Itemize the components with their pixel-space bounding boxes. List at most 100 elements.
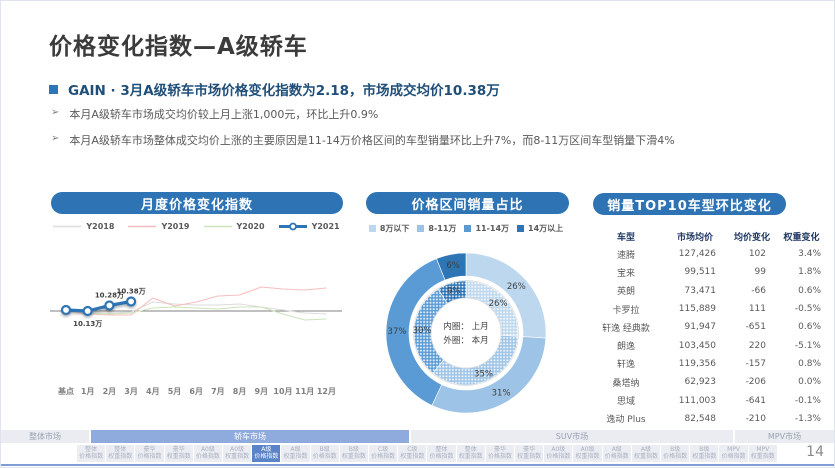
svg-text:11月: 11月	[295, 387, 314, 396]
sub-tab-label: 权重指数	[458, 452, 483, 460]
sub-tab[interactable]: C级 价格指数	[369, 445, 398, 462]
sub-tab[interactable]: A级 价格指数	[602, 445, 631, 462]
market-tab[interactable]: SUV市场	[411, 430, 733, 443]
svg-text:31%: 31%	[492, 388, 511, 398]
sub-tab[interactable]: A级 价格指数	[252, 445, 281, 462]
market-tab[interactable]: 整体市场	[1, 430, 89, 443]
weight-change: -0.5%	[794, 304, 821, 315]
sub-tab[interactable]: 整体 价格指数	[427, 445, 456, 462]
svg-text:1月: 1月	[81, 387, 95, 396]
bullet-text: 本月A级轿车市场成交均价较上月上涨1,000元，环比上升0.9%	[69, 108, 379, 121]
sub-tab[interactable]: 豪华 权重指数	[515, 445, 544, 462]
sub-tab-label: 权重指数	[633, 452, 658, 460]
sub-tab-label: 价格指数	[487, 452, 512, 460]
avg-price: 91,947	[684, 322, 717, 333]
sub-tab[interactable]: B级 权重指数	[339, 445, 369, 462]
sub-tab[interactable]: MPV 价格指数	[719, 445, 748, 462]
legend-label: 8-11万	[428, 224, 457, 233]
model-name: 宝来	[616, 268, 635, 279]
sub-tab-label: 权重指数	[341, 452, 366, 460]
column-header: 权重变化	[783, 233, 820, 243]
market-tab[interactable]: MPV市场	[735, 430, 834, 443]
legend-label: Y2018	[86, 222, 115, 231]
sub-tab-label: 价格指数	[195, 452, 220, 460]
avg-price: 115,889	[678, 304, 716, 315]
price-change: 102	[748, 249, 766, 260]
panel-title-price-share: 价格区间销量占比	[366, 192, 569, 214]
sub-tab[interactable]: C级 权重指数	[398, 445, 427, 462]
sub-tab[interactable]: 整体 权重指数	[106, 445, 135, 462]
svg-text:6%: 6%	[446, 261, 460, 271]
bullet-arrow-icon: ➢	[51, 133, 60, 144]
slide: 价格变化指数—A级轿车 GAIN · 3月A级轿车市场价格变化指数为2.18，市…	[0, 0, 835, 468]
svg-text:26%: 26%	[489, 299, 508, 309]
sub-tab[interactable]: B级 价格指数	[310, 445, 339, 462]
model-name: 卡罗拉	[612, 305, 640, 316]
svg-text:2月: 2月	[103, 387, 117, 396]
table-row: 卡罗拉 115,889 111 -0.5%	[590, 300, 827, 318]
table-header-row: 车型 市场均价 均价变化 权重变化	[590, 228, 827, 245]
legend-label: Y2019	[161, 222, 190, 231]
sub-tab[interactable]: 整体 权重指数	[456, 445, 485, 462]
market-tabs: 整体市场 轿车市场 SUV市场 MPV市场	[1, 430, 834, 443]
weight-change: 0.8%	[798, 358, 821, 369]
bullet-text: 本月A级轿车市场整体成交均价上涨的主要原因是11-14万价格区间的车型销量环比上…	[69, 134, 675, 147]
sub-tab-label: 价格指数	[721, 452, 746, 460]
avg-price: 111,003	[678, 395, 716, 406]
svg-text:6月: 6月	[189, 387, 203, 396]
sub-tab[interactable]: B级 权重指数	[690, 445, 719, 462]
sub-tab-label: 权重指数	[283, 452, 308, 460]
sub-tab[interactable]: A0级 权重指数	[223, 445, 252, 462]
avg-price: 99,511	[684, 267, 717, 278]
sub-tab-label: 价格指数	[137, 452, 162, 460]
table-row: 思域 111,003 -641 -0.1%	[590, 391, 827, 409]
svg-text:30%: 30%	[413, 326, 432, 336]
sub-tab-label: 权重指数	[225, 452, 250, 460]
sub-tab[interactable]: 整体 价格指数	[77, 445, 106, 462]
bottom-rule	[1, 464, 834, 466]
weight-change: -1.3%	[794, 413, 821, 424]
sub-tab[interactable]: A0级 权重指数	[573, 445, 602, 462]
legend-label: 11-14万	[475, 224, 510, 233]
market-tab[interactable]: 轿车市场	[91, 430, 409, 443]
square-bullet-icon	[49, 84, 58, 94]
sub-tab[interactable]: A级 权重指数	[631, 445, 661, 462]
sub-tab[interactable]: 豪华 价格指数	[485, 445, 515, 462]
svg-text:37%: 37%	[388, 327, 407, 337]
legend-item: Y2021	[278, 222, 340, 231]
sub-tab[interactable]: A0级 价格指数	[544, 445, 573, 462]
legend-label: 14万以上	[528, 224, 564, 233]
svg-text:4月: 4月	[146, 387, 160, 396]
legend-item: Y2019	[127, 222, 190, 231]
sub-tab[interactable]: 豪华 权重指数	[164, 445, 193, 462]
model-name: 思域	[616, 397, 635, 408]
model-name: 速腾	[616, 250, 635, 261]
table-row: 逸动 Plus 82,548 -210 -1.3%	[590, 410, 827, 428]
svg-text:35%: 35%	[474, 369, 493, 379]
sub-tab[interactable]: 豪华 价格指数	[135, 445, 164, 462]
legend-label: Y2021	[311, 222, 340, 231]
svg-text:3月: 3月	[124, 387, 138, 396]
sub-tab-label: 权重指数	[400, 452, 425, 460]
panel-title-monthly-index: 月度价格变化指数	[51, 192, 343, 214]
price-share-donut-chart: 26% 31% 37% 6% 26% 35% 30% 9% 内圈： 上月外圈： 本月	[385, 252, 547, 414]
sub-tab[interactable]: A0级 价格指数	[193, 445, 223, 462]
model-name: 朗逸	[616, 342, 635, 353]
price-change: -210	[745, 413, 766, 424]
table-row: 速腾 127,426 102 3.4%	[590, 245, 827, 263]
weight-change: 0.0%	[798, 377, 821, 388]
price-change: 99	[754, 267, 766, 278]
svg-text:8月: 8月	[233, 387, 247, 396]
svg-text:12月: 12月	[317, 387, 336, 396]
table-row: 轩逸 119,356 -157 0.8%	[590, 355, 827, 373]
sub-tab-label: 价格指数	[546, 452, 571, 460]
svg-text:内圈： 上月: 内圈： 上月	[443, 321, 488, 332]
weight-change: 3.4%	[798, 249, 821, 260]
sub-tab[interactable]: B级 价格指数	[661, 445, 690, 462]
table-row: 桑塔纳 62,923 -206 0.0%	[590, 373, 827, 391]
price-change: -641	[745, 395, 766, 406]
svg-text:9%: 9%	[447, 287, 461, 297]
sub-tab[interactable]: A级 权重指数	[281, 445, 310, 462]
sub-tab[interactable]: MPV 权重指数	[748, 445, 777, 462]
page-number: 14	[806, 444, 824, 460]
